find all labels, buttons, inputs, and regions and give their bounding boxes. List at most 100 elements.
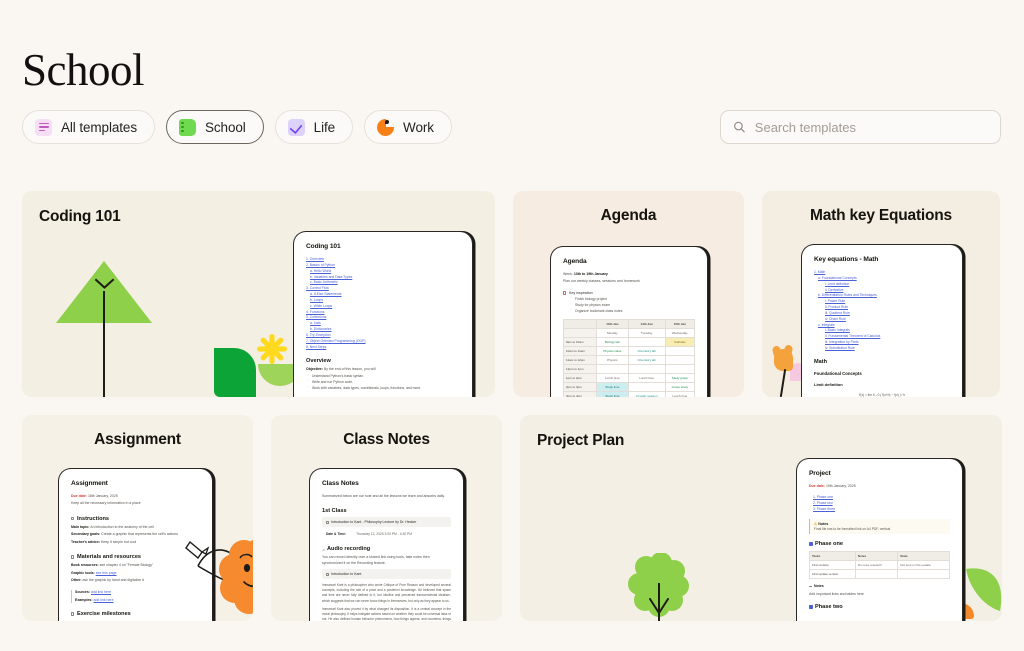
card-title: Agenda [600,207,657,224]
template-card-agenda[interactable]: Agenda Agenda Week: 13th to 19th January… [513,191,744,397]
table-cell: AI study session [627,390,666,397]
filter-pill-life[interactable]: Life [274,110,354,144]
doc-info-block: Introduction to Kant [322,569,451,580]
table-cell [627,381,666,392]
doc-field-row: Main topic: An introduction to the anato… [71,525,200,530]
filter-pill-label: All templates [61,119,137,135]
doc-section-heading: Materials and resources [71,554,200,560]
table-cell: Group study [664,381,696,392]
table-col-header: Tasks [809,551,856,562]
search-input[interactable] [754,119,988,135]
doc-links-block: Sources: add link here Examples: add lin… [71,590,200,604]
filter-pill-work[interactable]: Work [364,110,452,144]
table-cell [664,345,696,356]
doc-due-label: Due date: [809,484,825,488]
doc-field-row: Secondary goals: Create a graphic that r… [71,532,200,537]
doc-due-value: 19th January, 2025 [825,484,856,488]
toc-item: iv. Substitution Rule [825,345,855,350]
template-card-project-plan[interactable]: Project Plan Project Due date: 19th Janu… [520,415,1002,621]
table-cell: 11am to 12pm [563,354,597,365]
table-row: 2pm to 3pm Study time Group study [563,381,696,392]
filter-pill-school[interactable]: School [165,110,264,144]
doc-section-heading: Instructions [71,516,200,522]
doc-field-row: Graphic tools: see this page [71,571,200,576]
table-cell [595,363,629,374]
document-preview-agenda: Agenda Week: 13th to 19th January Plan o… [550,246,708,397]
leaf-decoration [214,348,256,397]
template-card-coding-101[interactable]: Coding 101 Coding 101 1. Overview 2. Bas… [22,191,495,397]
doc-checklist: Finish biology project Study for physics… [563,297,695,315]
doc-footer-text: Add important links and tables here [809,591,864,596]
doc-block-title: Introduction to Kant - Philosophy Lectur… [331,520,417,525]
table-cell: First revision [809,560,856,571]
doc-link-value[interactable]: add link here [91,590,111,594]
doc-heading: Class Notes [322,480,359,487]
doc-field-link[interactable]: see this page [96,571,117,575]
search-icon [734,121,745,133]
template-card-assignment[interactable]: Assignment Assignment Due date: 18th Jan… [22,415,253,621]
list-icon [35,118,52,136]
card-title: Class Notes [343,431,430,448]
table-cell [627,363,666,374]
table-col-header: 13th Jan [595,318,629,329]
doc-datetime-value: Thursday 12, 2025 3:00 PM - 4:30 PM [356,532,412,537]
table-cell: Study time [595,390,629,397]
doc-checklist-item: Organize bookmark class notes [569,309,695,315]
doc-link-key: Examples: [75,597,93,602]
doc-field-value: ask the graphic by hand and digitalize i… [82,577,144,582]
toc-item: 3. Phase three [813,507,836,512]
table-cell: Biology lab [595,336,629,347]
document-preview-coding-101: Coding 101 1. Overview 2. Basics of Pyth… [293,231,473,397]
table-cell: Not sent on the update [897,560,950,571]
doc-info-block: Introduction to Kant - Philosophy Lectur… [322,517,451,528]
doc-link-value[interactable]: add link here [94,598,114,602]
doc-section-heading: Overview [306,357,331,364]
filter-pill-row: All templates School Life Work [22,110,452,144]
table-cell: Lunch time [664,390,696,397]
table-cell: Chemistry lab [627,354,666,365]
filter-pill-label: Work [403,119,434,135]
doc-field-value: see chapter 4 on "Female Biology" [99,563,154,568]
doc-link-row: Sources: add link here [75,590,200,595]
doc-objective-text: By the end of this lesson, you will [323,366,376,371]
doc-date-label: Week: [563,272,573,276]
card-title: Assignment [94,431,181,448]
scalloped-tree-decoration [628,552,690,621]
doc-paragraph: Immanuel Kant also proved it by what cha… [322,606,451,621]
table-row: 1pm to 2pm Lunch time Lunch time Study g… [563,372,696,383]
green-wedge-decoration [964,563,1002,621]
filter-pill-all-templates[interactable]: All templates [22,110,155,144]
check-icon [287,118,305,136]
doc-datetime-row: Date & Time: Thursday 12, 2025 3:00 PM -… [322,530,451,538]
doc-subtitle: Plan our weekly classes, sessions and ho… [563,279,640,284]
doc-due-label: Due date: [71,494,87,498]
doc-field-row: Other: ask the graphic by hand and digit… [71,578,200,583]
doc-checklist-title: Key inspiration [563,291,695,295]
doc-footer-label: Notes [809,584,950,589]
doc-heading: Agenda [563,258,587,265]
table-cell: 1pm to 2pm [563,372,597,383]
template-card-class-notes[interactable]: Class Notes Class Notes Summarized below… [271,415,502,621]
template-card-math-key-equations[interactable]: Math key Equations Key equations - Math … [762,191,1000,397]
doc-paragraph: Immanuel Kant is a philosopher who wrote… [322,583,451,603]
tree-branch-right [103,278,115,289]
table-cell: 2pm to 3pm [563,381,597,392]
doc-field-value: An introduction to the anatomy of the ce… [90,524,154,529]
doc-field-value: Create a graphic that represents the cel… [101,532,178,537]
doc-section-subtitle: You can record directly over a shared li… [322,555,430,565]
table-cell: 12pm to 1pm [563,363,597,374]
doc-section-heading: Math [814,358,828,365]
table-cell [563,327,597,338]
doc-section-heading: Phase one [809,541,950,547]
doc-objective-label: Objective: [306,366,323,371]
search-box[interactable] [720,110,1001,144]
doc-field-value: Keep it simple but cool [100,539,137,544]
doc-due-date: Due date: 19th January, 2025 [809,484,950,489]
doc-datetime-label: Date & Time: [326,532,347,537]
filter-pill-label: School [204,119,246,135]
doc-heading: Key equations - Math [814,256,879,263]
card-row-2: Assignment Assignment Due date: 18th Jan… [22,415,1002,621]
doc-section-heading: Exercise milestones [71,611,200,617]
table-cell: Physics class [595,345,629,356]
doc-due-value: 18th January, 2025 [87,494,118,498]
